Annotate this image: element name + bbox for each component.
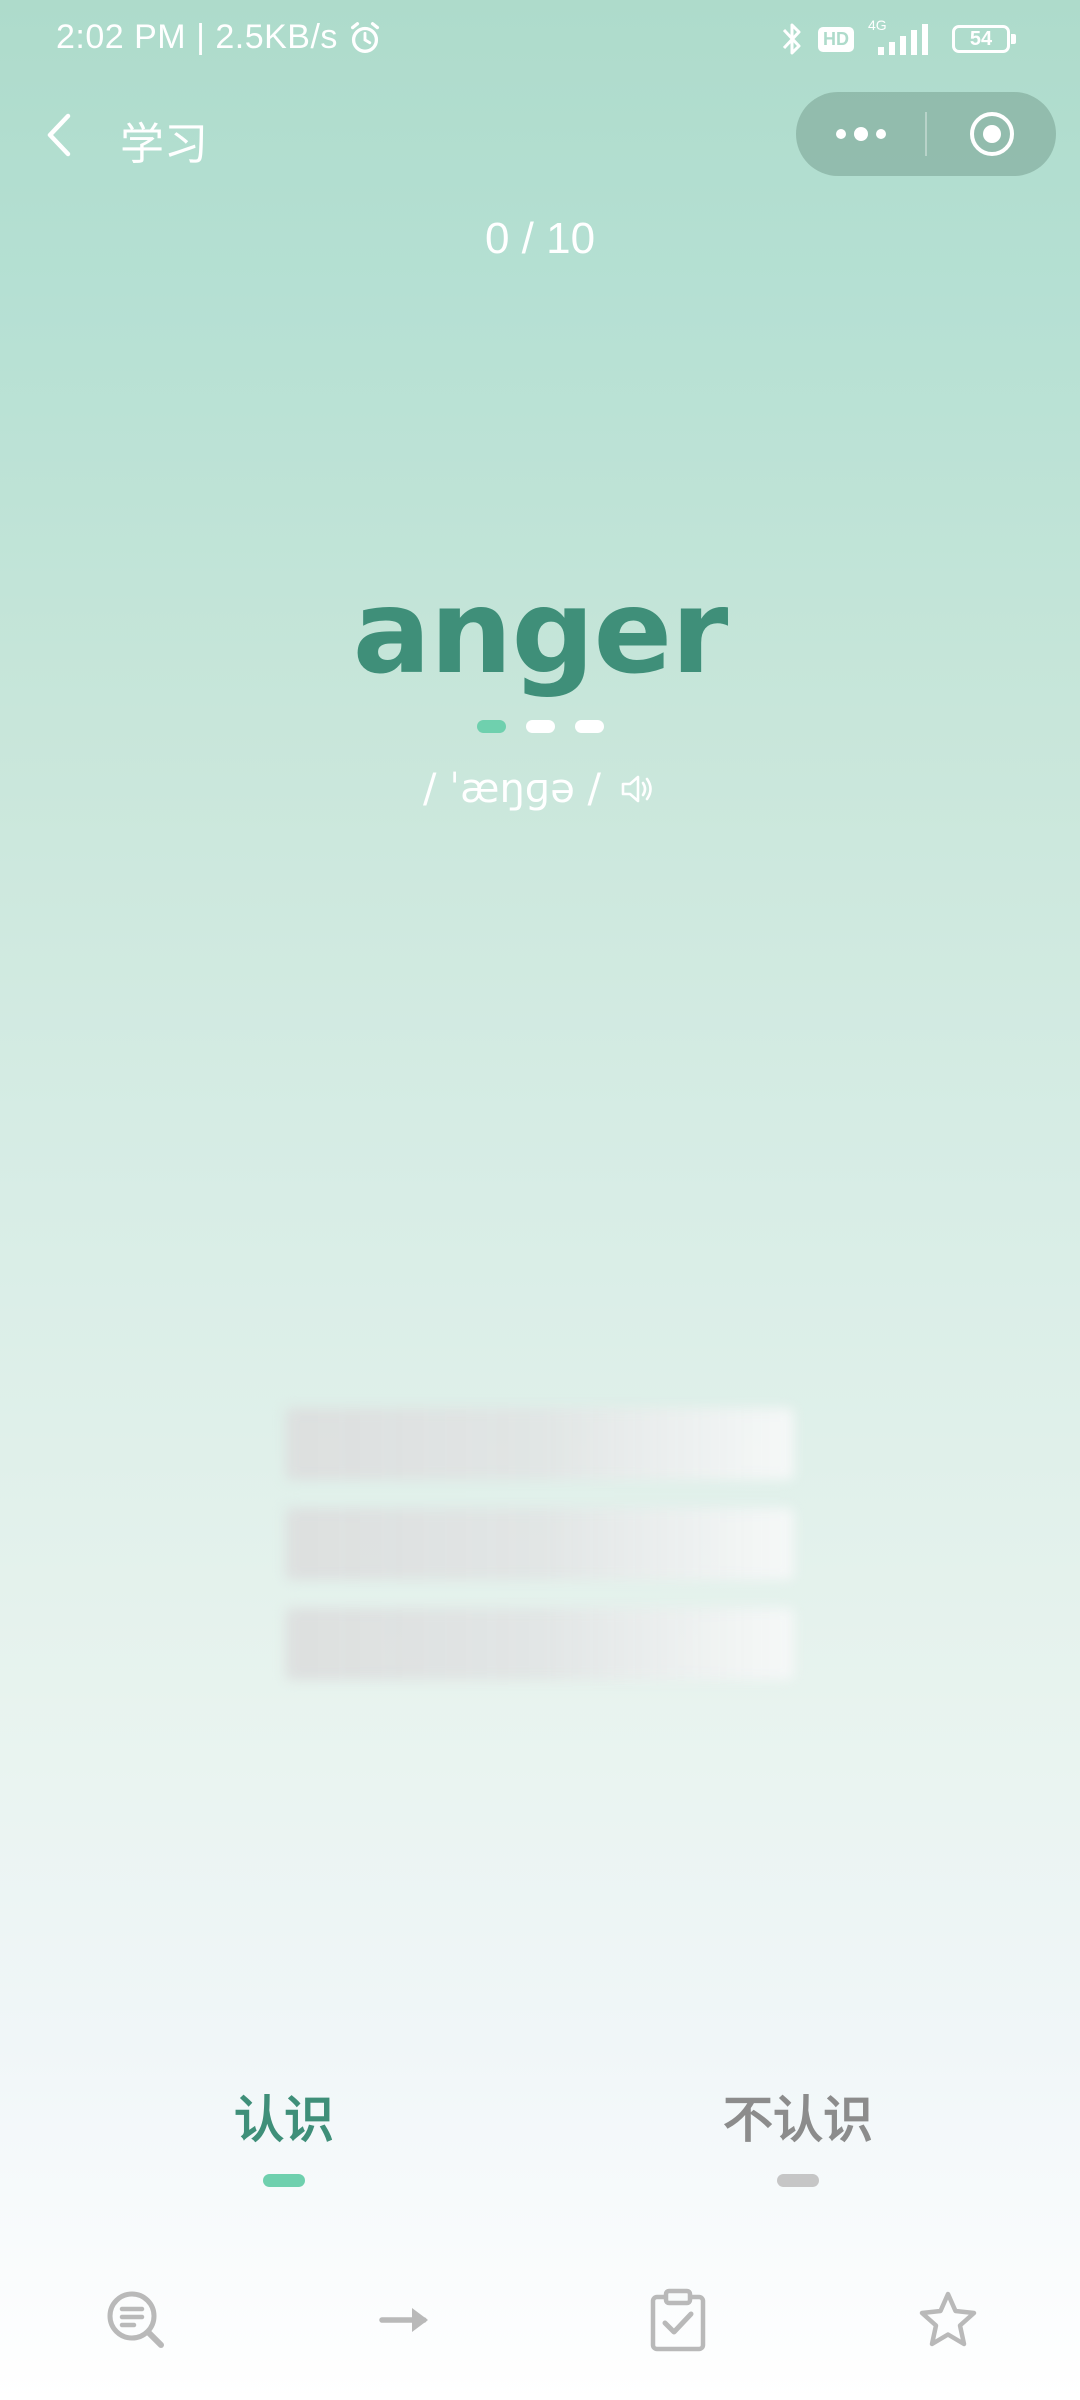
battery-icon: 54 <box>952 25 1016 53</box>
favorite-button[interactable] <box>908 2280 988 2360</box>
dont-know-indicator <box>777 2174 819 2187</box>
pager-dots <box>0 720 1080 733</box>
pager-dot <box>574 720 604 733</box>
status-time-network: 2:02 PM | 2.5KB/s <box>56 18 338 56</box>
speaker-icon[interactable] <box>617 769 657 809</box>
mini-program-capsule <box>796 92 1056 176</box>
know-indicator <box>263 2174 305 2187</box>
vocabulary-word: anger <box>352 565 729 700</box>
more-button[interactable] <box>796 92 925 176</box>
blurred-line <box>286 1608 794 1680</box>
page-title: 学习 <box>120 119 208 170</box>
battery-level: 54 <box>969 27 993 50</box>
chevron-left-icon[interactable] <box>36 108 86 162</box>
blurred-line <box>286 1508 794 1580</box>
phonetic-text: / ˈæŋɡə / <box>422 766 601 812</box>
bluetooth-icon <box>782 23 801 55</box>
nav-bar: 学习 <box>0 82 1080 186</box>
search-list-button[interactable] <box>96 2280 176 2360</box>
close-button[interactable] <box>927 92 1056 176</box>
blurred-line <box>286 1408 794 1480</box>
bottom-toolbar <box>0 2280 1080 2360</box>
task-check-button[interactable] <box>638 2280 718 2360</box>
more-dots-icon <box>835 127 886 141</box>
know-button[interactable]: 认识 <box>174 2080 394 2187</box>
clipboard-check-icon <box>650 2288 706 2352</box>
close-circle-icon <box>969 112 1014 156</box>
blurred-definition[interactable] <box>286 1408 794 1684</box>
star-icon <box>919 2291 977 2347</box>
status-left: 2:02 PM | 2.5KB/s <box>56 18 384 57</box>
status-right: HD 4G 54 <box>780 17 1016 58</box>
pager-dot <box>525 720 555 733</box>
know-label: 认识 <box>234 2091 334 2149</box>
hd-icon: HD <box>818 26 854 52</box>
dont-know-label: 不认识 <box>723 2091 873 2149</box>
dont-know-button[interactable]: 不认识 <box>688 2080 908 2187</box>
phonetic-row: / ˈæŋɡə / <box>0 766 1080 812</box>
pager-dot-active <box>476 720 506 733</box>
search-list-icon <box>107 2291 164 2348</box>
status-bar: 2:02 PM | 2.5KB/s HD 4G 54 <box>0 0 1080 82</box>
arrow-right-icon <box>379 2308 428 2332</box>
alarm-icon <box>350 21 379 53</box>
progress-counter: 0 / 10 <box>484 214 596 263</box>
signal-icon: 4G <box>868 17 938 57</box>
next-button[interactable] <box>366 2280 446 2360</box>
